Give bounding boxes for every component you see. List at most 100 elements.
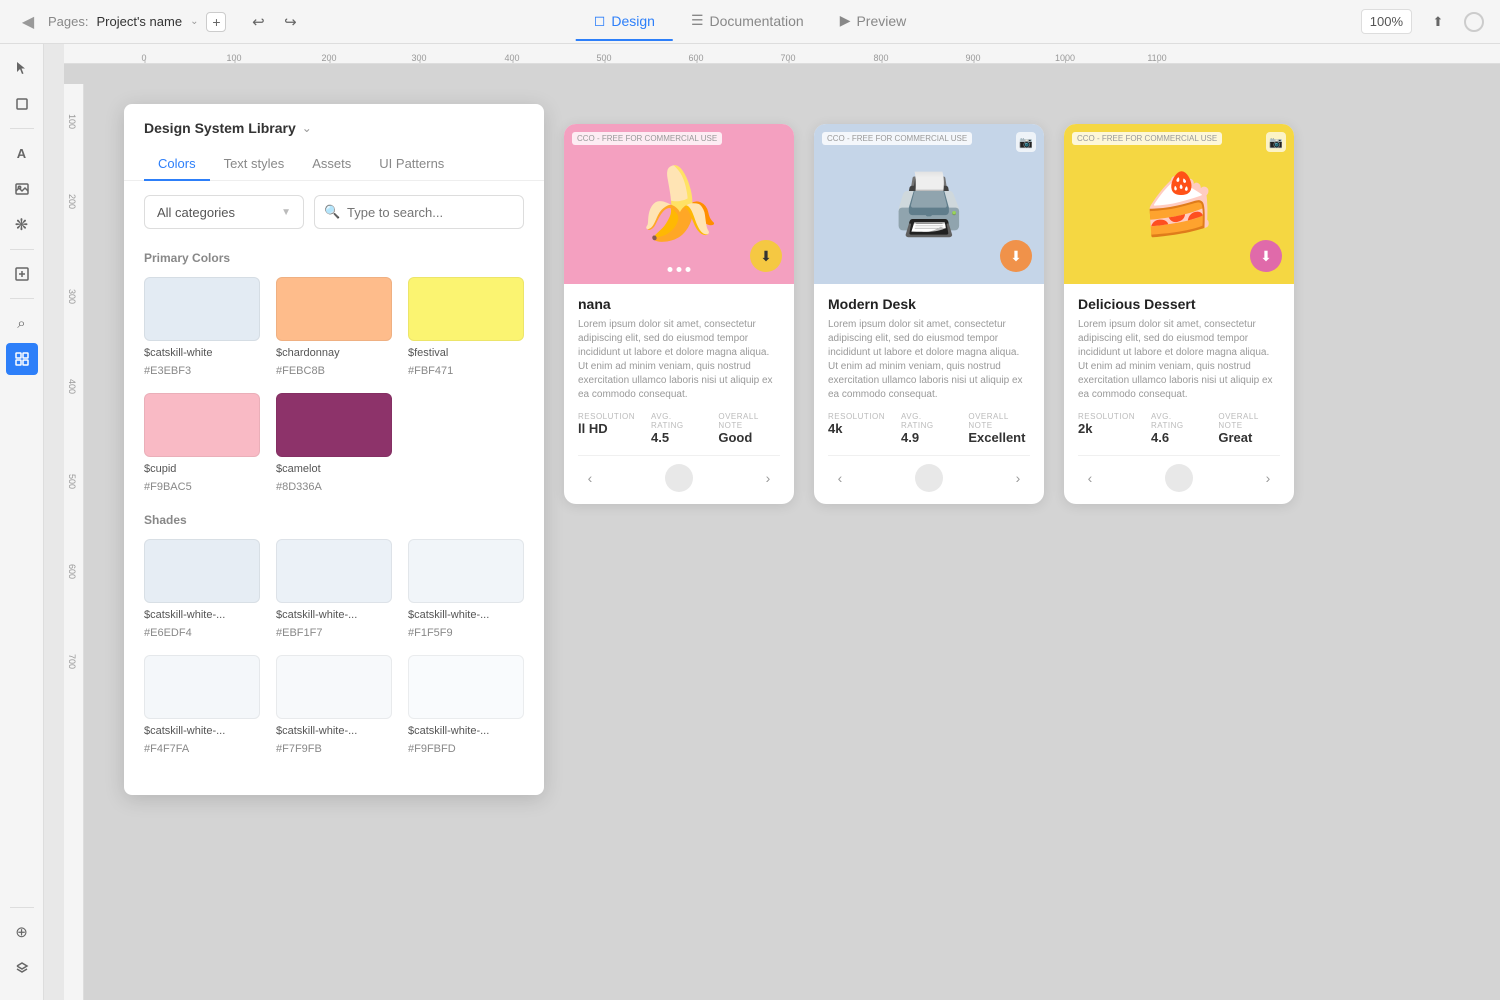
color-swatch-festival[interactable] xyxy=(408,277,524,341)
shade-swatch-6[interactable] xyxy=(408,655,524,719)
download-button-dessert[interactable]: ⬇ xyxy=(1250,240,1282,272)
shade-swatch-2[interactable] xyxy=(276,539,392,603)
prev-arrow-desk[interactable]: ‹ xyxy=(828,466,852,490)
shade-name-6: $catskill-white-... xyxy=(408,725,524,737)
text-tool[interactable]: A xyxy=(6,137,38,169)
shades-title: Shades xyxy=(144,513,524,527)
ruler-mark-600: 600 xyxy=(688,53,703,63)
meta-note-banana: OVERALL NOTE Good xyxy=(718,412,780,445)
ruler-mark-900: 900 xyxy=(965,53,980,63)
layers-tool[interactable] xyxy=(6,952,38,984)
prev-arrow-banana[interactable]: ‹ xyxy=(578,466,602,490)
card-meta-dessert: RESOLUTION 2k AVG. RATING 4.6 OVERALL NO… xyxy=(1078,412,1280,445)
color-swatch-chardonnay[interactable] xyxy=(276,277,392,341)
color-hex: #8D336A xyxy=(276,481,392,493)
color-swatch-catskill-white[interactable] xyxy=(144,277,260,341)
color-name: $catskill-white xyxy=(144,347,260,359)
preview-icon: ▶ xyxy=(840,12,851,29)
download-button-desk[interactable]: ⬇ xyxy=(1000,240,1032,272)
shade-name-2: $catskill-white-... xyxy=(276,609,392,621)
ruler-mark-500: 500 xyxy=(596,53,611,63)
ruler-left: 100 200 300 400 500 600 700 xyxy=(64,84,84,1000)
shade-swatch-4[interactable] xyxy=(144,655,260,719)
panel-body: Primary Colors $catskill-white #E3EBF3 $… xyxy=(124,243,544,795)
main-layout: A ❋ ⌕ ⊕ 0 100 200 300 400 500 xyxy=(0,44,1500,1000)
pagination-dessert xyxy=(1165,464,1193,492)
left-toolbar: A ❋ ⌕ ⊕ xyxy=(0,44,44,1000)
tab-documentation[interactable]: ☰ Documentation xyxy=(673,2,822,41)
card-meta-desk: RESOLUTION 4k AVG. RATING 4.9 OVERALL NO… xyxy=(828,412,1030,445)
color-swatch-cupid[interactable] xyxy=(144,393,260,457)
license-badge-banana: CCO - FREE FOR COMMERCIAL USE xyxy=(572,132,722,145)
back-button[interactable]: ◀ xyxy=(16,10,40,34)
top-bar-center: ◻ Design ☰ Documentation ▶ Preview xyxy=(576,2,925,41)
card-body-banana: nana Lorem ipsum dolor sit amet, consect… xyxy=(564,284,794,504)
ruler-mark-100: 100 xyxy=(226,53,241,63)
panel-title: Design System Library xyxy=(144,120,296,136)
card-image-desk: CCO - FREE FOR COMMERCIAL USE 📷 🖨️ ⬇ xyxy=(814,124,1044,284)
panel-caret-icon[interactable]: ⌄ xyxy=(302,121,312,135)
color-swatch-camelot[interactable] xyxy=(276,393,392,457)
shade-swatch-3[interactable] xyxy=(408,539,524,603)
shade-swatch-5[interactable] xyxy=(276,655,392,719)
shade-name-1: $catskill-white-... xyxy=(144,609,260,621)
tab-preview[interactable]: ▶ Preview xyxy=(822,2,925,41)
design-icon: ◻ xyxy=(594,12,606,29)
bottom-tools: ⊕ xyxy=(6,903,38,992)
frame-tool[interactable] xyxy=(6,88,38,120)
toolbar-separator-3 xyxy=(10,298,34,299)
category-select[interactable]: All categories ▼ xyxy=(144,195,304,229)
dot-1 xyxy=(668,267,673,272)
color-item-catskill-white: $catskill-white #E3EBF3 xyxy=(144,277,260,377)
card-desc-banana: Lorem ipsum dolor sit amet, consectetur … xyxy=(578,318,780,402)
photo-icon-dessert: 📷 xyxy=(1266,132,1286,152)
tab-text-styles[interactable]: Text styles xyxy=(210,148,299,181)
redo-button[interactable]: ↪ xyxy=(278,10,302,34)
component-tool[interactable]: ❋ xyxy=(6,209,38,241)
shade-item-2: $catskill-white-... #EBF1F7 xyxy=(276,539,392,639)
add-page-button[interactable]: + xyxy=(206,12,226,32)
select-caret-icon: ▼ xyxy=(281,207,291,218)
search-tool[interactable]: ⌕ xyxy=(6,307,38,339)
download-button-banana[interactable]: ⬇ xyxy=(750,240,782,272)
ruler-mark-700: 700 xyxy=(780,53,795,63)
card-desc-desk: Lorem ipsum dolor sit amet, consectetur … xyxy=(828,318,1030,402)
project-caret-icon[interactable]: ⌄ xyxy=(190,16,198,27)
assets-tool[interactable] xyxy=(6,343,38,375)
tab-design[interactable]: ◻ Design xyxy=(576,2,673,41)
status-icon xyxy=(1464,12,1484,32)
prev-arrow-dessert[interactable]: ‹ xyxy=(1078,466,1102,490)
image-tool[interactable] xyxy=(6,173,38,205)
next-arrow-dessert[interactable]: › xyxy=(1256,466,1280,490)
color-name: $camelot xyxy=(276,463,392,475)
shade-item-4: $catskill-white-... #F4F7FA xyxy=(144,655,260,755)
shade-hex-2: #EBF1F7 xyxy=(276,627,392,639)
shade-swatch-1[interactable] xyxy=(144,539,260,603)
primary-colors-title: Primary Colors xyxy=(144,251,524,265)
connections-tool[interactable]: ⊕ xyxy=(6,916,38,948)
panel-controls: All categories ▼ 🔍 xyxy=(124,181,544,243)
pagination-banana xyxy=(665,464,693,492)
next-arrow-desk[interactable]: › xyxy=(1006,466,1030,490)
shade-item-1: $catskill-white-... #E6EDF4 xyxy=(144,539,260,639)
search-input[interactable] xyxy=(314,195,524,229)
zoom-control[interactable]: 100% xyxy=(1361,9,1412,34)
tab-assets[interactable]: Assets xyxy=(298,148,365,181)
card-image-banana: CCO - FREE FOR COMMERCIAL USE 🍌 ⬇ xyxy=(564,124,794,284)
tab-colors[interactable]: Colors xyxy=(144,148,210,181)
share-button[interactable]: ⬆ xyxy=(1424,8,1452,36)
banana-emoji: 🍌 xyxy=(635,169,722,239)
shade-hex-5: #F7F9FB xyxy=(276,743,392,755)
select-tool[interactable] xyxy=(6,52,38,84)
card-title-desk: Modern Desk xyxy=(828,296,1030,312)
next-arrow-banana[interactable]: › xyxy=(756,466,780,490)
card-nav-banana: ‹ › xyxy=(578,455,780,492)
frame-insert-tool[interactable] xyxy=(6,258,38,290)
card-body-dessert: Delicious Dessert Lorem ipsum dolor sit … xyxy=(1064,284,1294,504)
undo-button[interactable]: ↩ xyxy=(246,10,270,34)
panel-header: Design System Library ⌄ xyxy=(124,104,544,136)
ruler-mark-800: 800 xyxy=(873,53,888,63)
project-name[interactable]: Project's name xyxy=(96,14,182,29)
tab-ui-patterns[interactable]: UI Patterns xyxy=(365,148,458,181)
card-title-banana: nana xyxy=(578,296,780,312)
